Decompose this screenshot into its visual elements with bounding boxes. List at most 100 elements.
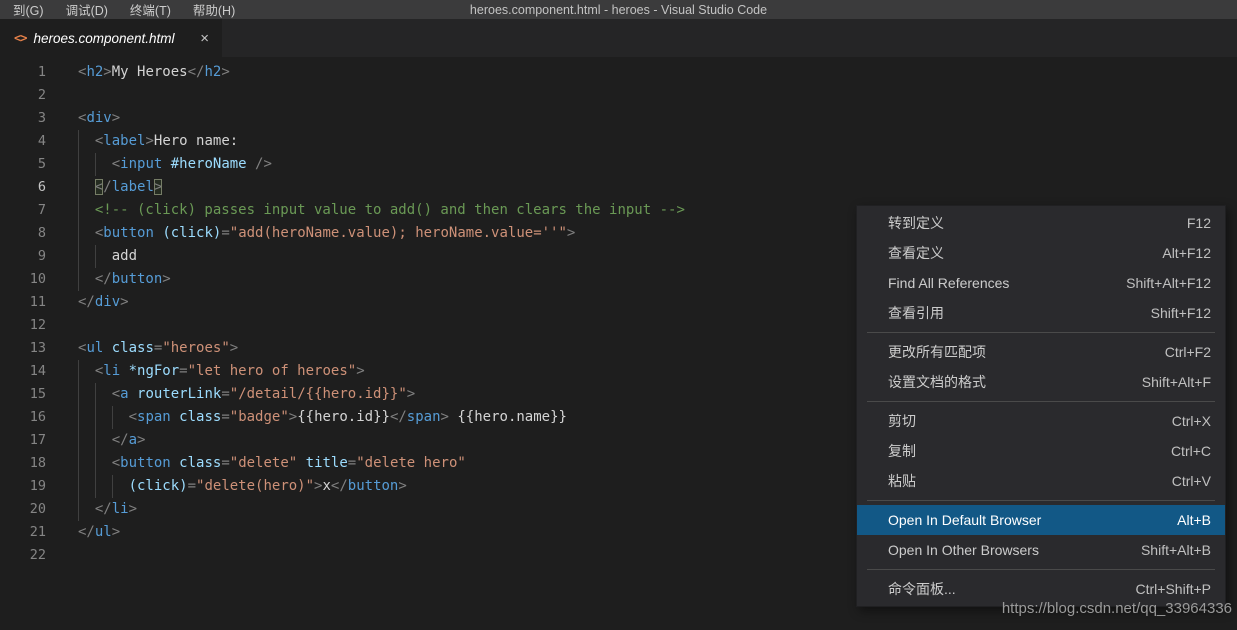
code-token: "/detail/{{hero.id}}" — [230, 386, 407, 402]
code-token: > — [112, 524, 120, 540]
context-menu-item[interactable]: Find All ReferencesShift+Alt+F12 — [857, 268, 1225, 298]
menu-item-shortcut: Ctrl+F2 — [1165, 344, 1211, 360]
code-token — [247, 156, 255, 172]
context-menu-item[interactable]: 查看引用Shift+F12 — [857, 298, 1225, 328]
menu-item-label: 设置文档的格式 — [888, 372, 986, 392]
code-token — [162, 156, 170, 172]
code-token — [78, 363, 95, 379]
menu-item-shortcut: Ctrl+C — [1171, 443, 1211, 459]
line-number: 17 — [0, 429, 46, 452]
menu-separator — [867, 500, 1215, 501]
menu-item-shortcut: Shift+Alt+F — [1142, 374, 1211, 390]
code-token: span — [137, 409, 171, 425]
line-code: <h2>My Heroes</h2> — [78, 61, 230, 84]
code-token: > — [567, 225, 575, 241]
context-menu-item[interactable]: 转到定义F12 — [857, 208, 1225, 238]
context-menu-item[interactable]: 设置文档的格式 Shift+Alt+F — [857, 367, 1225, 397]
menu-separator — [867, 401, 1215, 402]
code-token — [78, 478, 129, 494]
indent-guide — [78, 383, 79, 406]
context-menu-item[interactable]: 更改所有匹配项 Ctrl+F2 — [857, 337, 1225, 367]
line-number: 8 — [0, 222, 46, 245]
code-line[interactable]: 2 — [0, 84, 1237, 107]
line-number: 14 — [0, 360, 46, 383]
code-token: "let hero of heroes" — [188, 363, 357, 379]
code-token: "delete hero" — [356, 455, 466, 471]
code-token: > — [145, 133, 153, 149]
code-token: (click) — [129, 478, 188, 494]
code-token: > — [221, 64, 229, 80]
menu-item-shortcut: Alt+F12 — [1162, 245, 1211, 261]
code-token: < — [112, 386, 120, 402]
code-token: > — [407, 386, 415, 402]
code-token: < — [112, 156, 120, 172]
code-token: = — [221, 409, 229, 425]
context-menu-item[interactable]: 粘贴 Ctrl+V — [857, 466, 1225, 496]
code-token: = — [188, 478, 196, 494]
menu-item-shortcut: Shift+F12 — [1151, 305, 1211, 321]
code-token: = — [221, 225, 229, 241]
code-token: / — [103, 179, 111, 195]
code-line[interactable]: 3<div> — [0, 107, 1237, 130]
line-code: </div> — [78, 291, 129, 314]
context-menu-item[interactable]: Open In Default BrowserAlt+B — [857, 505, 1225, 535]
code-token: button — [103, 225, 154, 241]
menu-item-label: 查看定义 — [888, 243, 944, 263]
menu-item-label: 粘贴 — [888, 471, 916, 491]
line-number: 4 — [0, 130, 46, 153]
code-token: ul — [86, 340, 103, 356]
menubar-item[interactable]: 调试(D) — [55, 0, 119, 19]
code-token — [103, 340, 111, 356]
menubar-item[interactable]: 到(G) — [2, 0, 55, 19]
watermark-url: https://blog.csdn.net/qq_33964336 — [1002, 600, 1232, 617]
line-code: <ul class="heroes"> — [78, 337, 238, 360]
line-code: <div> — [78, 107, 120, 130]
indent-guide — [78, 360, 79, 383]
tab-heroes-component-html[interactable]: <> heroes.component.html × — [0, 19, 222, 57]
menu-item-label: Open In Default Browser — [888, 512, 1041, 528]
menu-item-label: 更改所有匹配项 — [888, 342, 986, 362]
menubar-item[interactable]: 终端(T) — [119, 0, 182, 19]
context-menu-item[interactable]: 复制Ctrl+C — [857, 436, 1225, 466]
code-token: li — [103, 363, 120, 379]
line-number: 18 — [0, 452, 46, 475]
context-menu: 转到定义F12 查看定义 Alt+F12 Find All ReferencesShi… — [856, 205, 1226, 607]
title-bar: heroes.component.html - heroes - Visual … — [0, 0, 1237, 19]
code-token: *ngFor — [129, 363, 180, 379]
menu-item-label: Open In Other Browsers — [888, 542, 1039, 558]
line-code: <a routerLink="/detail/{{hero.id}}"> — [78, 383, 415, 406]
code-line[interactable]: 5 <input #heroName /> — [0, 153, 1237, 176]
code-token: > — [289, 409, 297, 425]
code-token — [78, 409, 129, 425]
code-token: < — [129, 409, 137, 425]
code-line[interactable]: 4 <label>Hero name: — [0, 130, 1237, 153]
indent-guide — [78, 429, 79, 452]
code-token: </ — [188, 64, 205, 80]
line-code: <span class="badge">{{hero.id}}</span> {… — [78, 406, 567, 429]
code-line[interactable]: 1<h2>My Heroes</h2> — [0, 61, 1237, 84]
indent-guide — [95, 245, 96, 268]
menubar-item[interactable]: 帮助(H) — [182, 0, 246, 19]
line-number: 12 — [0, 314, 46, 337]
tab-close-icon[interactable]: × — [197, 30, 212, 47]
code-token: span — [407, 409, 441, 425]
code-token: <!-- (click) passes input value to add()… — [95, 202, 685, 218]
context-menu-item[interactable]: Open In Other BrowsersShift+Alt+B — [857, 535, 1225, 565]
line-code: </label> — [78, 176, 162, 199]
line-code: </ul> — [78, 521, 120, 544]
indent-guide — [78, 245, 79, 268]
context-menu-item[interactable]: 查看定义 Alt+F12 — [857, 238, 1225, 268]
code-token: h2 — [86, 64, 103, 80]
code-token: routerLink — [137, 386, 221, 402]
menu-item-shortcut: Ctrl+V — [1172, 473, 1211, 489]
code-line[interactable]: 6 </label> — [0, 176, 1237, 199]
code-token: > — [120, 294, 128, 310]
code-token: {{hero.name}} — [449, 409, 567, 425]
line-number: 22 — [0, 544, 46, 567]
code-token: "delete" — [230, 455, 297, 471]
line-code: <input #heroName /> — [78, 153, 272, 176]
context-menu-item[interactable]: 剪切Ctrl+X — [857, 406, 1225, 436]
line-code: </button> — [78, 268, 171, 291]
menu-item-label: 剪切 — [888, 411, 916, 431]
code-token: </ — [331, 478, 348, 494]
